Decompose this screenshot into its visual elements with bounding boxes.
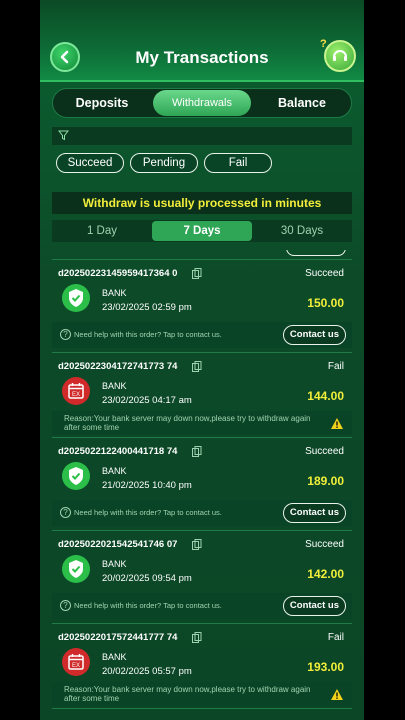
- contact-us-button[interactable]: Contact us: [282, 503, 346, 523]
- contact-us-button[interactable]: Contact us: [282, 596, 346, 616]
- transaction-date: 20/02/2025 09:54 pm: [102, 573, 192, 584]
- failure-reason: Reason:Your bank server may down now,ple…: [64, 685, 311, 703]
- transaction-status: Succeed: [305, 446, 344, 457]
- transaction-list[interactable]: d20250223145959417364 0 Succeed BANK 23/…: [52, 250, 352, 720]
- transaction-amount: 150.00: [307, 296, 344, 310]
- copy-icon[interactable]: [192, 268, 202, 279]
- help-icon: ?: [60, 507, 71, 518]
- copy-icon[interactable]: [192, 632, 202, 643]
- help-icon: ?: [60, 329, 71, 340]
- headset-icon: [333, 50, 347, 61]
- day-range-tabs: 1 Day 7 Days 30 Days: [52, 220, 352, 242]
- order-id: d20250223145959417364 0: [58, 268, 178, 279]
- expired-calendar-icon: EX: [62, 377, 90, 405]
- filter-fail[interactable]: Fail: [204, 153, 272, 173]
- svg-text:EX: EX: [72, 663, 80, 669]
- payment-method: BANK: [102, 652, 127, 662]
- range-7-days[interactable]: 7 Days: [152, 221, 252, 241]
- previous-card-edge: [52, 250, 352, 260]
- transaction-card: d20250223145959417364 0 Succeed BANK 23/…: [52, 260, 352, 353]
- transaction-amount: 144.00: [307, 389, 344, 403]
- customer-support-button[interactable]: ?: [320, 38, 356, 72]
- transaction-amount: 193.00: [307, 660, 344, 674]
- filter-succeed[interactable]: Succeed: [56, 153, 124, 173]
- svg-text:EX: EX: [72, 392, 80, 398]
- app-screen: My Transactions ? Deposits Withdrawals B…: [40, 0, 364, 720]
- success-shield-icon: [62, 555, 90, 583]
- help-text: Need help with this order? Tap to contac…: [74, 508, 222, 517]
- help-text: Need help with this order? Tap to contac…: [74, 330, 222, 339]
- transaction-date: 23/02/2025 02:59 pm: [102, 302, 192, 313]
- help-row[interactable]: ? Need help with this order? Tap to cont…: [52, 500, 352, 526]
- transaction-card: d2025022304172741773 74 Fail EX BANK 23/…: [52, 353, 352, 438]
- success-shield-icon: [62, 462, 90, 490]
- order-id: d2025022017572441777 74: [58, 632, 178, 643]
- transaction-type-tabs: Deposits Withdrawals Balance: [52, 88, 352, 118]
- payment-method: BANK: [102, 288, 127, 298]
- transaction-status: Succeed: [305, 268, 344, 279]
- tab-withdrawals[interactable]: Withdrawals: [153, 90, 251, 116]
- status-filter-chips: Succeed Pending Fail: [56, 153, 272, 173]
- help-text: Need help with this order? Tap to contac…: [74, 601, 222, 610]
- range-30-days[interactable]: 30 Days: [252, 225, 352, 237]
- range-1-day[interactable]: 1 Day: [52, 225, 152, 237]
- success-shield-icon: [62, 284, 90, 312]
- help-icon: ?: [60, 600, 71, 611]
- question-mark-icon: ?: [320, 38, 327, 50]
- transaction-card: d2025022122400441718 74 Succeed BANK 21/…: [52, 438, 352, 531]
- page-title: My Transactions: [135, 48, 269, 67]
- header: My Transactions ?: [40, 0, 364, 82]
- failure-reason-row: Reason:Your bank server may down now,ple…: [52, 682, 352, 706]
- order-id: d2025022304172741773 74: [58, 361, 178, 372]
- transaction-amount: 142.00: [307, 567, 344, 581]
- filter-pending[interactable]: Pending: [130, 153, 198, 173]
- copy-icon[interactable]: [192, 446, 202, 457]
- warning-icon: [331, 418, 343, 429]
- transaction-card: d2025022021542541746 07 Succeed BANK 20/…: [52, 531, 352, 624]
- help-row[interactable]: ? Need help with this order? Tap to cont…: [52, 322, 352, 348]
- transaction-amount: 189.00: [307, 474, 344, 488]
- expired-calendar-icon: EX: [62, 648, 90, 676]
- copy-icon[interactable]: [192, 361, 202, 372]
- filter-icon: [58, 130, 69, 141]
- order-id: d2025022122400441718 74: [58, 446, 178, 457]
- failure-reason-row: Reason:Your bank server may down now,ple…: [52, 411, 352, 435]
- tab-deposits[interactable]: Deposits: [53, 90, 151, 116]
- order-id: d2025022021542541746 07: [58, 539, 178, 550]
- transaction-date: 20/02/2025 05:57 pm: [102, 666, 192, 677]
- warning-icon: [331, 689, 343, 700]
- transaction-card: d2025022017572441777 74 Fail EX BANK 20/…: [52, 624, 352, 709]
- transaction-status: Fail: [327, 361, 344, 372]
- payment-method: BANK: [102, 466, 127, 476]
- filter-bar[interactable]: [52, 127, 352, 145]
- transaction-status: Succeed: [305, 539, 344, 550]
- withdraw-notice: Withdraw is usually processed in minutes: [52, 192, 352, 214]
- help-row[interactable]: ? Need help with this order? Tap to cont…: [52, 593, 352, 619]
- transaction-date: 21/02/2025 10:40 pm: [102, 480, 192, 491]
- transaction-date: 23/02/2025 04:17 am: [102, 395, 192, 406]
- payment-method: BANK: [102, 381, 127, 391]
- payment-method: BANK: [102, 559, 127, 569]
- transaction-status: Fail: [327, 632, 344, 643]
- tab-balance[interactable]: Balance: [253, 90, 351, 116]
- contact-us-button[interactable]: Contact us: [282, 325, 346, 345]
- copy-icon[interactable]: [192, 539, 202, 550]
- failure-reason: Reason:Your bank server may down now,ple…: [64, 414, 311, 432]
